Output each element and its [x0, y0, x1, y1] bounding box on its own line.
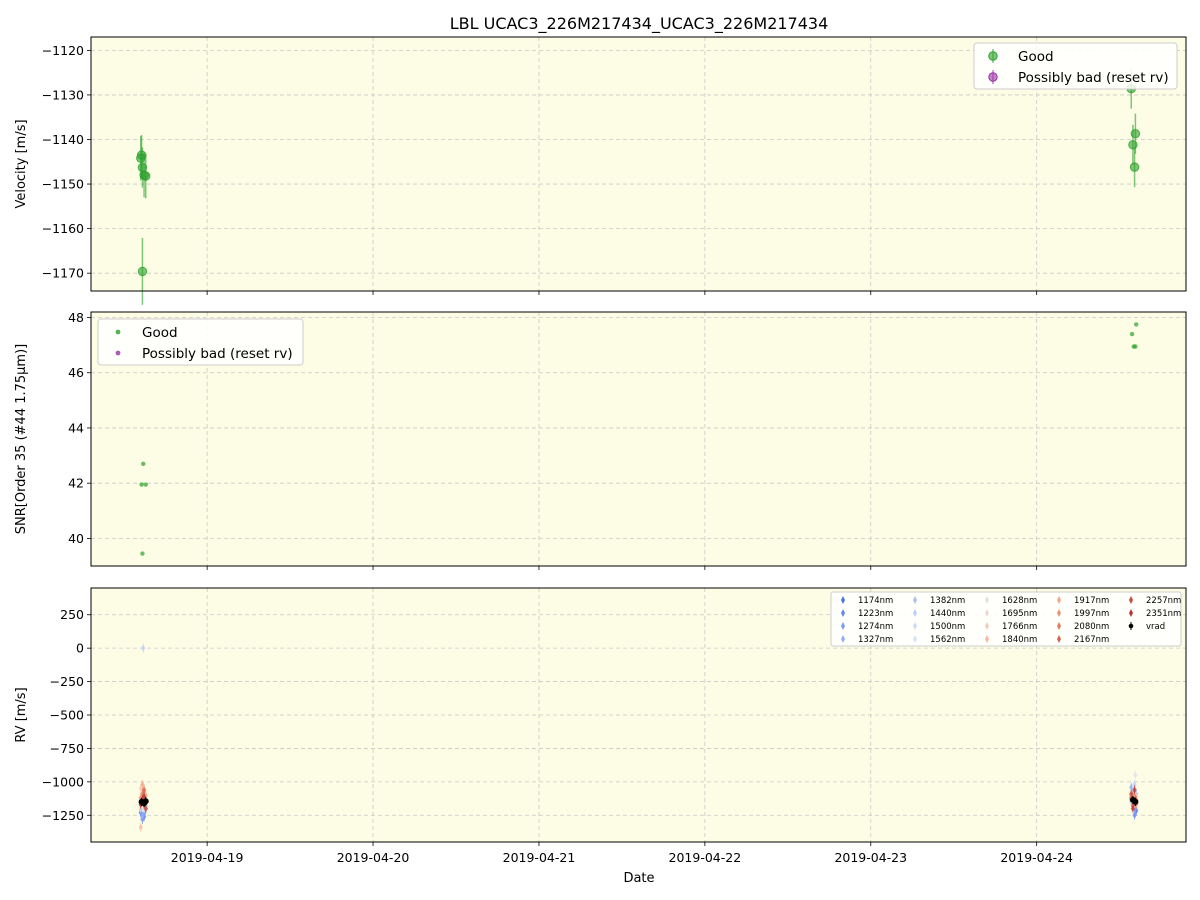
y-axis-label: SNR[Order 35 (#44 1.75μm)]	[14, 344, 29, 535]
legend: 1174nm 1223nm 1274nm 1327nm 1382nm 1440nm 1500…	[830, 591, 1182, 647]
chart-title: LBL UCAC3_226M217434_UCAC3_226M217434	[450, 14, 829, 34]
data-point	[139, 482, 144, 487]
y-tick-label: 0	[76, 641, 84, 656]
data-point	[1130, 128, 1141, 139]
y-axis-label: Velocity [m/s]	[14, 119, 29, 208]
legend-label: 1695nm	[1002, 609, 1037, 619]
legend-label: 2080nm	[1074, 622, 1109, 632]
legend-label: 1274nm	[858, 622, 893, 632]
legend-label: 1174nm	[858, 596, 893, 606]
legend-label: 1840nm	[1002, 635, 1037, 645]
x-tick-label: 2019-04-20	[337, 850, 410, 865]
y-tick-label: −1120	[42, 43, 84, 58]
y-tick-label: −1140	[42, 132, 84, 147]
data-point	[1134, 322, 1139, 327]
x-tick-label: 2019-04-23	[834, 850, 907, 865]
legend-label: 1997nm	[1074, 609, 1109, 619]
y-tick-label: 48	[68, 310, 84, 325]
y-tick-label: 44	[68, 420, 84, 435]
legend-label: 1628nm	[1002, 596, 1037, 606]
y-tick-label: −750	[50, 741, 84, 756]
x-tick-label: 2019-04-22	[669, 850, 742, 865]
y-tick-label: −1160	[42, 221, 84, 236]
legend-label: 1327nm	[858, 635, 893, 645]
x-tick-label: 2019-04-21	[503, 850, 576, 865]
legend-label: 2351nm	[1146, 609, 1181, 619]
legend-marker	[988, 51, 998, 61]
legend-label: Possibly bad (reset rv)	[1018, 70, 1169, 86]
legend-label: 1440nm	[930, 609, 965, 619]
legend-marker	[988, 72, 998, 82]
legend-label: 1917nm	[1074, 596, 1109, 606]
y-tick-label: −1170	[42, 266, 84, 281]
data-point	[137, 266, 148, 277]
legend-label: 1562nm	[930, 635, 965, 645]
legend-label: 2257nm	[1146, 596, 1181, 606]
vrad-point	[1132, 798, 1139, 805]
y-tick-label: −500	[50, 708, 84, 723]
y-tick-label: −250	[50, 674, 84, 689]
legend-label: Good	[1018, 49, 1054, 65]
data-point	[141, 461, 146, 467]
legend-marker	[115, 329, 121, 335]
x-tick-label: 2019-04-24	[1000, 850, 1073, 865]
y-tick-label: 250	[60, 607, 84, 622]
data-point	[1129, 331, 1135, 337]
data-point	[141, 171, 151, 181]
data-point	[143, 482, 148, 487]
legend-label: 2167nm	[1074, 635, 1109, 645]
data-point	[1129, 162, 1140, 172]
legend-label: 1766nm	[1002, 622, 1037, 632]
y-tick-label: 46	[68, 365, 84, 380]
legend: Good Possibly bad (reset rv)	[97, 318, 304, 366]
x-axis-label: Date	[623, 871, 654, 886]
legend-label: 1223nm	[858, 609, 893, 619]
legend-label: 1382nm	[930, 596, 965, 606]
chart-figure: LBL UCAC3_226M217434_UCAC3_226M217434 −1…	[14, 14, 1187, 886]
data-point	[1133, 344, 1138, 349]
legend: Good Possibly bad (reset rv)	[973, 42, 1178, 90]
legend-label: 1500nm	[930, 622, 965, 632]
y-tick-label: −1250	[42, 808, 84, 823]
y-tick-label: −1000	[42, 774, 84, 789]
x-tick-label: 2019-04-19	[171, 850, 244, 865]
legend-marker	[1128, 623, 1134, 629]
y-tick-label: −1150	[42, 177, 84, 192]
legend-label: Possibly bad (reset rv)	[142, 346, 293, 362]
y-tick-label: 40	[68, 531, 84, 546]
data-point	[140, 551, 145, 556]
panel-2: 40 42 44 46 48 SNR[Order 35 (#44 1.75μm)] Good…	[14, 310, 1187, 570]
y-tick-label: 42	[68, 476, 84, 491]
vrad-point	[142, 798, 149, 805]
panel-3: 250 0 −250 −500 −750 −1000 −1250 RV [m/s] 1174nm…	[14, 587, 1187, 865]
y-axis-label: RV [m/s]	[14, 687, 29, 742]
panel-1: −1120 −1130 −1140 −1150 −1160 −1170 Velocity […	[14, 36, 1187, 305]
legend-label: Good	[142, 325, 178, 341]
y-tick-label: −1130	[42, 87, 84, 102]
legend-marker	[115, 350, 121, 356]
legend-label: vrad	[1146, 622, 1165, 632]
